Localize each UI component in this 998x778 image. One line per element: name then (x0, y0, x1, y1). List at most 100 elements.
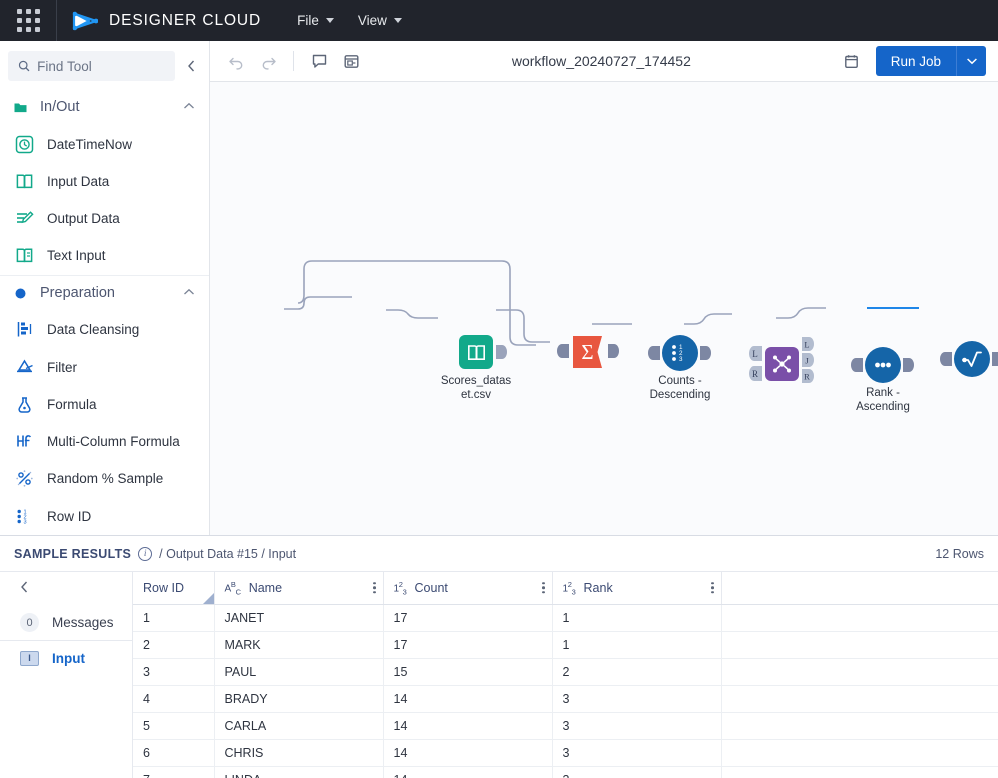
results-title: SAMPLE RESULTS (14, 546, 132, 561)
table-row[interactable]: 4 BRADY 14 3 (133, 685, 998, 713)
category-preparation[interactable]: Preparation (0, 274, 209, 311)
search-box[interactable] (8, 51, 175, 81)
input-anchor[interactable] (940, 352, 952, 366)
column-header-count[interactable]: 123 Count (383, 572, 553, 605)
column-header-name[interactable]: ABC Name (214, 572, 384, 605)
cell-name: LINDA (214, 766, 384, 778)
tool-datetimenow[interactable]: DateTimeNow (0, 125, 209, 162)
node-join-icon[interactable] (765, 347, 799, 381)
node-formula-icon[interactable] (954, 341, 990, 377)
results-grid[interactable]: Row ID ABC Name 123 Count 123 Rank 1 JAN… (133, 572, 998, 778)
cell-count: 14 (383, 685, 553, 713)
top-menu: File View (287, 7, 412, 34)
chevron-up-icon (183, 288, 195, 299)
workflow-node-join[interactable]: L R L J R (749, 337, 814, 383)
cell-filler (721, 712, 998, 740)
tool-container-icon[interactable] (337, 47, 365, 75)
workflow-node-rank-ascending[interactable]: Rank - Ascending (851, 347, 914, 413)
sort-indicator-icon (202, 592, 214, 604)
tool-random-sample[interactable]: Random % Sample (0, 460, 209, 497)
redo-icon[interactable] (254, 47, 282, 75)
table-row[interactable]: 6 CHRIS 14 3 (133, 739, 998, 767)
join-output-anchor-right[interactable]: R (802, 369, 815, 383)
cell-count: 14 (383, 739, 553, 767)
column-menu-icon[interactable] (542, 582, 545, 594)
tool-data-cleansing[interactable]: Data Cleansing (0, 311, 209, 348)
output-anchor[interactable] (608, 344, 619, 358)
column-menu-icon[interactable] (711, 582, 714, 594)
tool-filter[interactable]: Filter (0, 348, 209, 385)
tool-formula[interactable]: Formula (0, 386, 209, 423)
workflow-node-counts-descending[interactable]: 1 2 3 Counts - Descending (648, 335, 711, 401)
node-summarize-icon[interactable]: Σ (572, 334, 606, 370)
tool-output-data[interactable]: Output Data (0, 200, 209, 237)
comment-icon[interactable] (305, 47, 333, 75)
output-anchor[interactable] (496, 345, 507, 359)
sidebar-collapse-icon[interactable] (181, 54, 201, 78)
workflow-node-summarize[interactable]: Σ (557, 334, 619, 375)
column-header-rank[interactable]: 123 Rank (552, 572, 722, 605)
svg-text:Σ: Σ (581, 340, 593, 364)
output-anchor[interactable] (700, 346, 711, 360)
cell-rank: 3 (552, 685, 722, 713)
table-row[interactable]: 5 CARLA 14 3 (133, 712, 998, 740)
output-anchor[interactable] (992, 352, 998, 366)
column-menu-icon[interactable] (373, 582, 376, 594)
tool-multi-column-formula[interactable]: Multi-Column Formula (0, 423, 209, 460)
join-output-anchor-join[interactable]: J (802, 353, 815, 367)
menu-view[interactable]: View (348, 7, 412, 34)
workflow-canvas[interactable]: Scores_datas et.csv Σ 1 2 3 Counts - Des… (210, 82, 998, 535)
run-job-dropdown-button[interactable] (956, 46, 986, 76)
cell-row-id: 4 (133, 685, 215, 713)
table-row[interactable]: 3 PAUL 15 2 (133, 658, 998, 686)
cell-name: BRADY (214, 685, 384, 713)
info-icon[interactable]: i (138, 546, 153, 561)
tool-text-input[interactable]: Text Input (0, 237, 209, 274)
cell-count: 14 (383, 766, 553, 778)
menu-view-label: View (357, 13, 387, 28)
calendar-icon[interactable] (838, 47, 866, 75)
results-tab-input[interactable]: I Input (0, 640, 132, 675)
table-row[interactable]: 7 LINDA 14 3 (133, 766, 998, 778)
results-collapse-icon[interactable] (0, 578, 132, 605)
workflow-node-input-data[interactable]: Scores_datas et.csv (441, 335, 511, 401)
join-output-anchor-left[interactable]: L (802, 337, 815, 351)
input-anchor[interactable] (557, 344, 569, 358)
tool-label: Random % Sample (47, 471, 164, 487)
run-job-button[interactable]: Run Job (875, 46, 956, 76)
node-label: Rank - Ascending (856, 387, 910, 413)
tool-row-id[interactable]: 1 2 3 Row ID (0, 498, 209, 535)
node-row-id-icon[interactable]: 1 2 3 (662, 335, 698, 371)
table-row[interactable]: 1 JANET 17 1 (133, 604, 998, 632)
toolbar-divider (293, 51, 294, 71)
multi-column-formula-icon (14, 432, 34, 452)
join-input-anchor-left[interactable]: L (748, 346, 762, 361)
workflow-node-formula[interactable] (940, 341, 998, 377)
join-input-anchor-right[interactable]: R (748, 366, 762, 381)
row-id-icon: 1 2 3 (14, 506, 34, 526)
cell-name: CARLA (214, 712, 384, 740)
cell-filler (721, 685, 998, 713)
menu-file[interactable]: File (287, 7, 344, 34)
search-input[interactable] (37, 58, 165, 74)
column-header-row-id[interactable]: Row ID (133, 572, 215, 605)
filter-icon (14, 357, 34, 377)
undo-icon[interactable] (222, 47, 250, 75)
results-tab-messages[interactable]: 0 Messages (0, 605, 132, 640)
run-job-group: Run Job (875, 46, 986, 76)
output-anchor[interactable] (903, 358, 914, 372)
results-breadcrumb: / Output Data #15 / Input (159, 546, 297, 561)
cell-rank: 3 (552, 739, 722, 767)
results-body: 0 Messages I Input Row ID ABC Name 123 C… (0, 572, 998, 778)
node-multi-row-formula-icon[interactable] (865, 347, 901, 383)
input-anchor[interactable] (648, 346, 660, 360)
node-input-data-icon[interactable] (459, 335, 493, 369)
input-anchor[interactable] (851, 358, 863, 372)
app-grid-icon[interactable] (0, 0, 56, 41)
canvas-area: workflow_20240727_174452 Run Job Scores_… (210, 41, 998, 535)
tool-input-data[interactable]: Input Data (0, 163, 209, 200)
column-label: Count (414, 580, 448, 595)
category-in-out[interactable]: In/Out (0, 89, 209, 125)
table-row[interactable]: 2 MARK 17 1 (133, 631, 998, 659)
designer-cloud-logo-icon (72, 10, 99, 32)
